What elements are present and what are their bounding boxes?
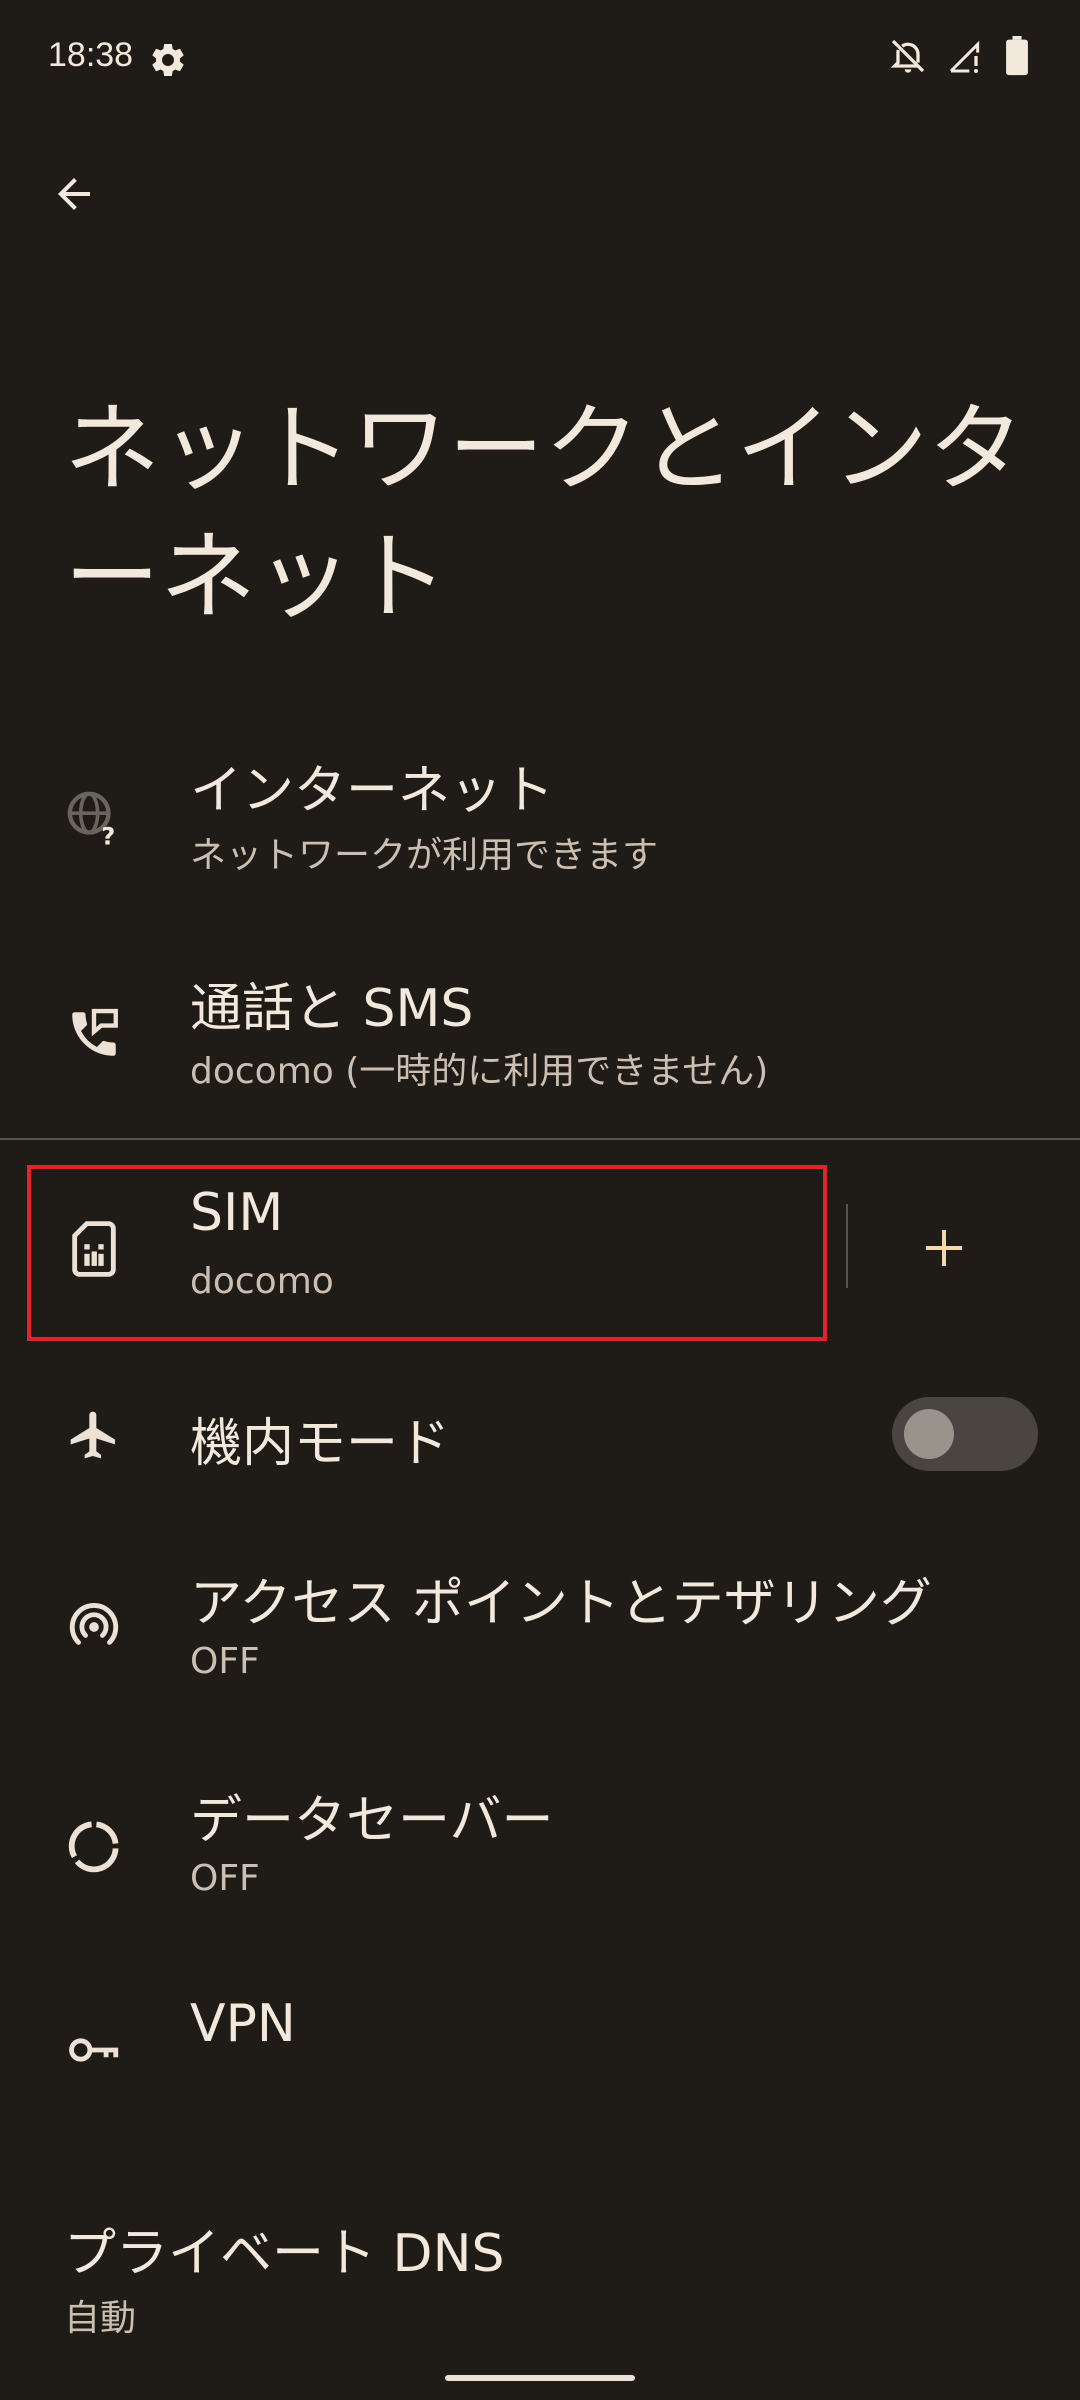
item-subtitle: 自動 xyxy=(64,2298,137,2339)
hotspot-icon xyxy=(62,1595,126,1659)
item-subtitle: OFF xyxy=(190,1641,260,1682)
item-subtitle: OFF xyxy=(190,1858,260,1899)
settings-icon xyxy=(148,40,188,80)
data-saver-icon xyxy=(62,1814,126,1878)
status-bar: 18:38 xyxy=(0,0,1080,120)
arrow-back-icon xyxy=(50,170,98,222)
svg-text:?: ? xyxy=(101,823,115,847)
item-title: プライベート DNS xyxy=(64,2224,505,2284)
settings-screen: 18:38 ネットワークとインターネット ? インターネット ネットワークが利用… xyxy=(0,0,1080,2400)
globe-question-icon: ? xyxy=(62,786,126,850)
list-item-internet[interactable]: ? インターネット ネットワークが利用できます xyxy=(0,740,1080,900)
item-title: VPN xyxy=(190,1994,296,2054)
page-title: ネットワークとインターネット xyxy=(64,393,1024,633)
highlight-box xyxy=(27,1165,827,1341)
item-title: インターネット xyxy=(190,761,555,821)
item-subtitle: ネットワークが利用できます xyxy=(190,835,659,876)
airplane-mode-toggle[interactable] xyxy=(892,1397,1038,1471)
vertical-divider xyxy=(846,1204,848,1288)
airplane-icon xyxy=(62,1403,126,1467)
phone-message-icon xyxy=(62,1002,126,1066)
back-button[interactable] xyxy=(38,160,110,232)
plus-icon xyxy=(920,1224,968,1276)
list-item-vpn[interactable]: VPN xyxy=(0,1992,1080,2112)
item-title: 通話と SMS xyxy=(190,979,474,1039)
list-item-data-saver[interactable]: データセーバー OFF xyxy=(0,1772,1080,1932)
add-sim-button[interactable] xyxy=(906,1212,982,1288)
notifications-off-icon xyxy=(888,36,928,76)
item-title: 機内モード xyxy=(190,1414,451,1474)
signal-no-service-icon xyxy=(946,36,986,76)
list-item-hotspot-tethering[interactable]: アクセス ポイントとテザリング OFF xyxy=(0,1555,1080,1715)
battery-icon xyxy=(1004,36,1030,76)
item-title: アクセス ポイントとテザリング xyxy=(190,1574,932,1634)
home-indicator[interactable] xyxy=(445,2375,635,2381)
item-subtitle: docomo (一時的に利用できません) xyxy=(190,1051,769,1092)
toggle-thumb xyxy=(904,1409,954,1459)
status-time: 18:38 xyxy=(48,36,134,74)
list-item-private-dns[interactable]: プライベート DNS 自動 xyxy=(0,2205,1080,2345)
status-icons xyxy=(888,36,1030,76)
vpn-key-icon xyxy=(62,2018,126,2082)
list-item-calls-sms[interactable]: 通話と SMS docomo (一時的に利用できません) xyxy=(0,958,1080,1118)
divider xyxy=(0,1138,1080,1140)
item-title: データセーバー xyxy=(190,1791,554,1851)
